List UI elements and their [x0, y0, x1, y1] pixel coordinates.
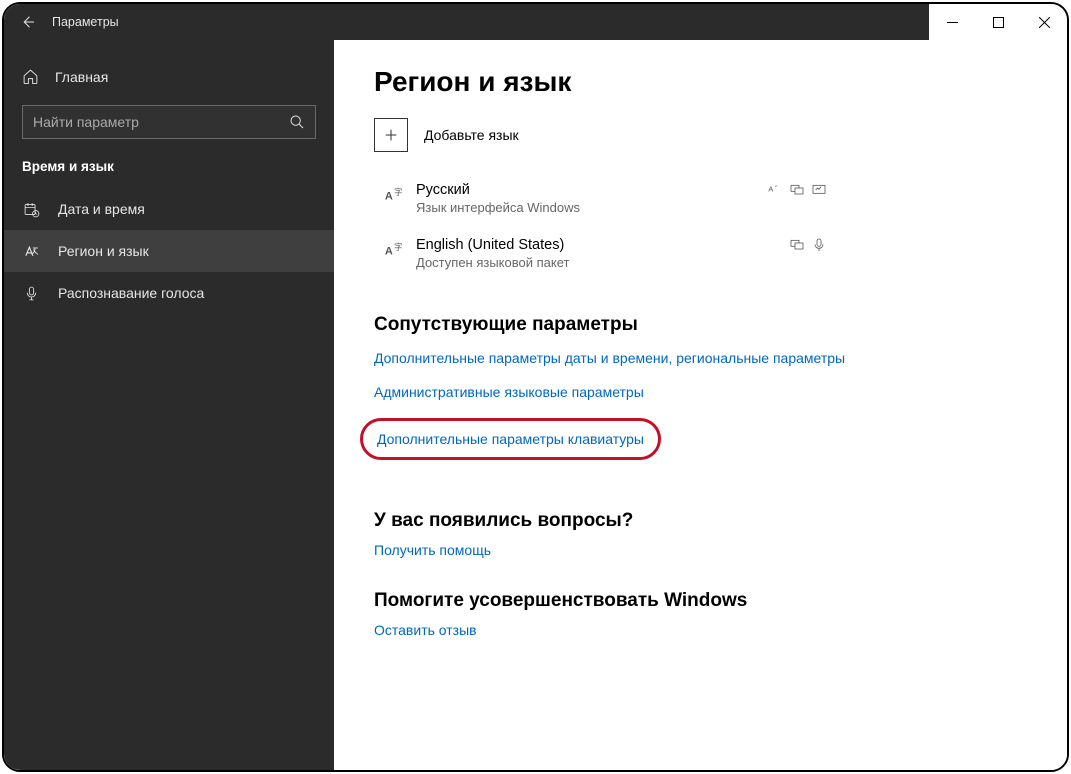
page-title: Регион и язык: [374, 66, 1027, 98]
search-input-wrap[interactable]: [22, 105, 316, 139]
sidebar-item-speech[interactable]: Распознавание голоса: [4, 272, 334, 314]
svg-text:A: A: [385, 246, 393, 258]
language-name: English (United States): [416, 237, 789, 253]
nav-home[interactable]: Главная: [4, 58, 334, 95]
sidebar-item-region-language[interactable]: Регион и язык: [4, 230, 334, 272]
language-glyph-icon: A字: [374, 237, 416, 261]
language-name: Русский: [416, 182, 767, 198]
nav-home-label: Главная: [55, 69, 108, 85]
sidebar-section: Время и язык: [4, 157, 334, 188]
maximize-button[interactable]: [975, 4, 1021, 40]
search-input[interactable]: [33, 114, 263, 130]
add-language-button[interactable]: Добавьте язык: [374, 118, 1027, 152]
questions-heading: У вас появились вопросы?: [374, 510, 1027, 532]
ink-icon: [811, 182, 827, 198]
microphone-icon: [22, 284, 40, 302]
maximize-icon: [993, 17, 1004, 28]
related-heading: Сопутствующие параметры: [374, 314, 1027, 336]
link-admin-language[interactable]: Административные языковые параметры: [374, 384, 1027, 400]
sidebar: Главная Время и язык Дата и время Регион…: [4, 40, 334, 770]
minimize-icon: [947, 17, 958, 28]
add-language-label: Добавьте язык: [424, 127, 519, 143]
language-features: [789, 237, 1027, 253]
close-button[interactable]: [1021, 4, 1067, 40]
window-title: Параметры: [52, 15, 119, 29]
link-feedback[interactable]: Оставить отзыв: [374, 622, 1027, 638]
svg-text:字: 字: [394, 187, 402, 197]
search-icon: [289, 114, 305, 130]
plus-icon: [374, 118, 408, 152]
link-get-help[interactable]: Получить помощь: [374, 542, 1027, 558]
svg-text:A: A: [385, 191, 393, 203]
home-icon: [22, 68, 39, 85]
minimize-button[interactable]: [929, 4, 975, 40]
sidebar-item-label: Дата и время: [58, 201, 145, 217]
svg-text:ᶻ: ᶻ: [775, 185, 777, 191]
arrow-left-icon: [19, 13, 37, 31]
language-subtitle: Доступен языковой пакет: [416, 255, 789, 270]
language-subtitle: Язык интерфейса Windows: [416, 200, 767, 215]
main-content: Регион и язык Добавьте язык A字 Русский Я…: [334, 40, 1067, 770]
calendar-clock-icon: [22, 200, 40, 218]
language-features: Aᶻ: [767, 182, 1027, 198]
language-item-english[interactable]: A字 English (United States) Доступен язык…: [374, 231, 1027, 286]
back-button[interactable]: [4, 4, 52, 40]
sidebar-item-label: Регион и язык: [58, 243, 149, 259]
tts-icon: Aᶻ: [767, 182, 783, 198]
language-glyph-icon: A字: [374, 182, 416, 206]
feedback-heading: Помогите усовершенствовать Windows: [374, 590, 1027, 612]
svg-text:字: 字: [394, 242, 402, 252]
sidebar-item-label: Распознавание голоса: [58, 285, 204, 301]
microphone-icon: [811, 237, 827, 253]
link-additional-date-time[interactable]: Дополнительные параметры даты и времени,…: [374, 350, 1027, 366]
display-icon: [789, 237, 805, 253]
language-item-russian[interactable]: A字 Русский Язык интерфейса Windows Aᶻ: [374, 176, 1027, 231]
sidebar-item-date-time[interactable]: Дата и время: [4, 188, 334, 230]
svg-text:A: A: [768, 184, 773, 193]
link-keyboard-settings[interactable]: Дополнительные параметры клавиатуры: [360, 418, 661, 460]
close-icon: [1039, 17, 1050, 28]
language-icon: [22, 242, 40, 260]
display-icon: [789, 182, 805, 198]
